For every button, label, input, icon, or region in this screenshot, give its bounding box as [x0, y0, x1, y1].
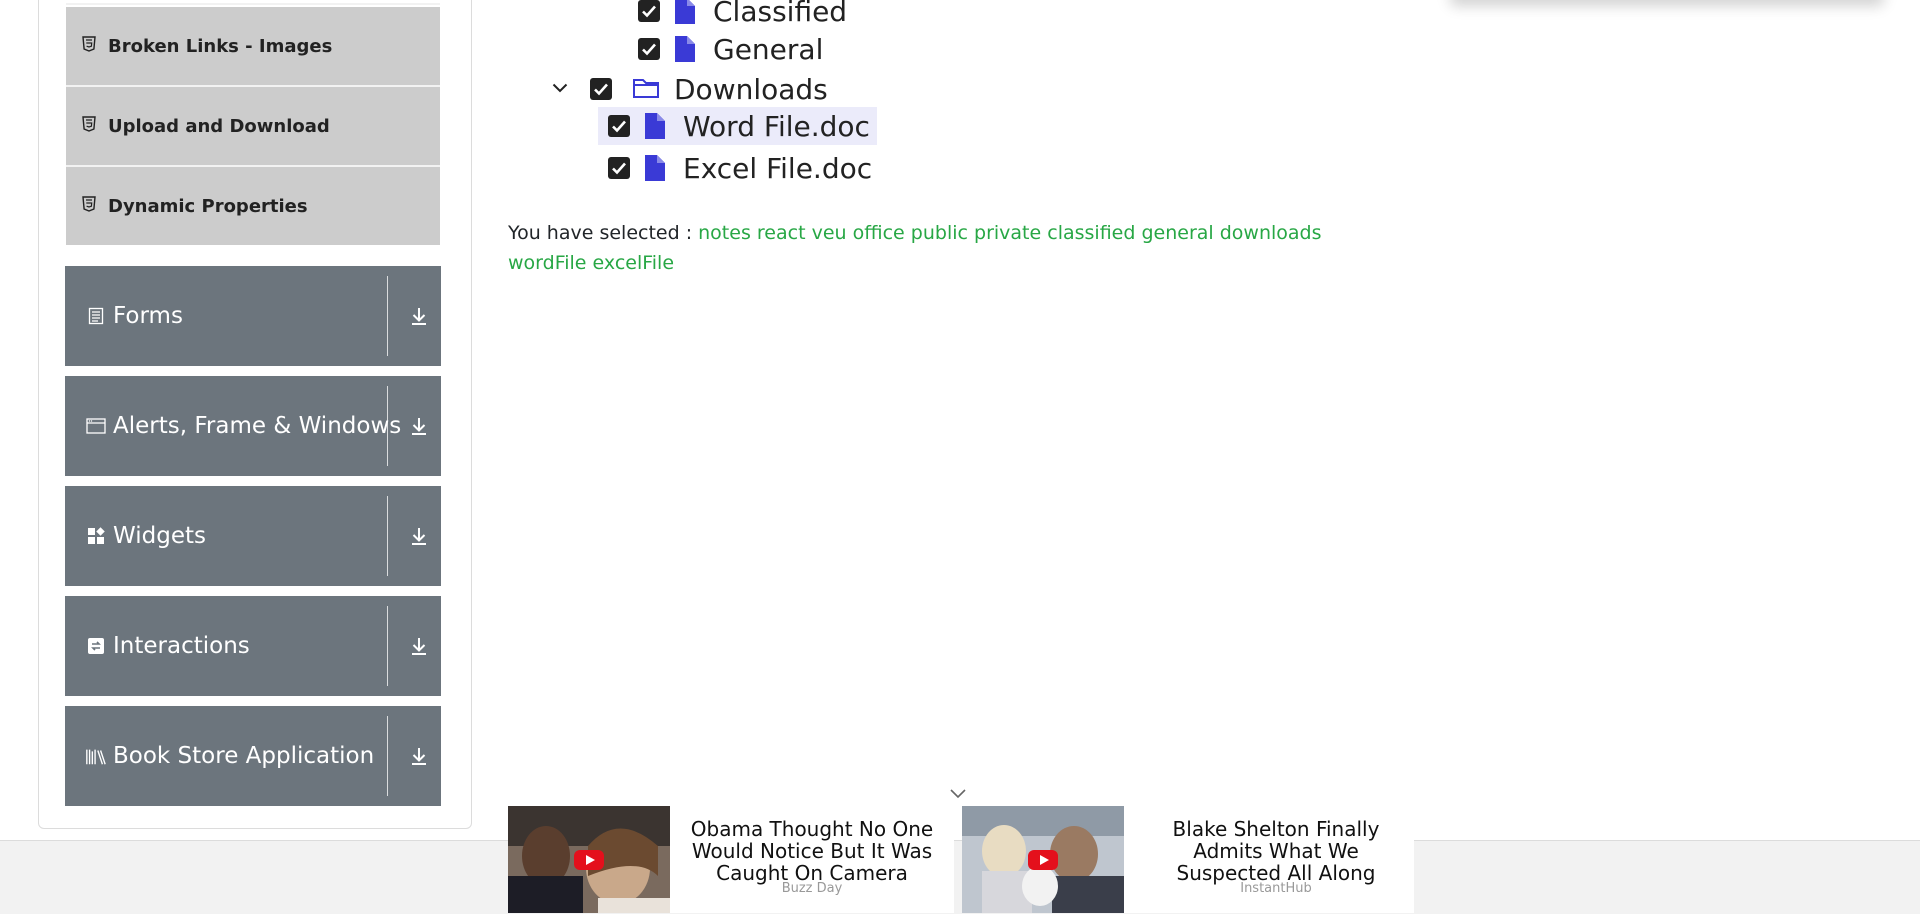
selected-item: private	[974, 222, 1042, 244]
ad-collapse-chevron-icon[interactable]	[948, 784, 968, 802]
selected-item: react	[756, 222, 806, 244]
group-separator	[387, 606, 388, 686]
checkbox-checked-icon[interactable]	[608, 115, 630, 137]
group-separator	[387, 276, 388, 356]
form-icon	[85, 305, 107, 327]
selected-item: veu	[811, 222, 847, 244]
ad-source: InstantHub	[1240, 881, 1312, 896]
file-icon	[673, 0, 697, 24]
selection-prefix: You have selected :	[508, 222, 693, 244]
chevron-down-icon[interactable]	[547, 75, 573, 101]
group-label: Interactions	[113, 633, 250, 659]
group-book-store-application[interactable]: Book Store Application	[65, 706, 441, 806]
sidebar-item-dynamic-properties[interactable]: Dynamic Properties	[66, 167, 440, 245]
selected-item: public	[910, 222, 968, 244]
interactions-icon	[85, 635, 107, 657]
selection-result: You have selected : notes react veu offi…	[508, 218, 1368, 278]
play-video-icon	[574, 850, 604, 870]
tree-node-excel-file[interactable]: Excel File.doc	[608, 149, 872, 187]
sidebar-item-broken-links-images[interactable]: Broken Links - Images	[66, 7, 440, 85]
group-separator	[387, 496, 388, 576]
ad-thumbnail[interactable]	[508, 806, 670, 913]
tree-node-word-file[interactable]: Word File.doc	[598, 107, 877, 145]
html5-icon	[82, 196, 102, 216]
group-widgets[interactable]: Widgets	[65, 486, 441, 586]
group-separator	[387, 386, 388, 466]
tree-node-classified[interactable]: Classified	[638, 0, 847, 30]
tree-node-label[interactable]: Downloads	[674, 73, 828, 106]
widgets-icon	[85, 525, 107, 547]
checkbox-checked-icon[interactable]	[590, 78, 612, 100]
window-icon	[85, 415, 107, 437]
selected-item: notes	[698, 222, 751, 244]
group-alerts-frame-windows[interactable]: Alerts, Frame & Windows	[65, 376, 441, 476]
selected-item: office	[852, 222, 905, 244]
ad-card[interactable]: Obama Thought No One Would Notice But It…	[508, 806, 954, 913]
tree-node-label[interactable]: Word File.doc	[683, 110, 870, 143]
ad-thumbnail[interactable]	[962, 806, 1124, 913]
checkbox-checked-icon[interactable]	[638, 0, 660, 22]
file-icon	[643, 113, 667, 139]
selected-item: wordFile	[508, 252, 587, 274]
sidebar-divider	[66, 3, 440, 5]
books-icon	[85, 745, 107, 767]
file-icon	[643, 155, 667, 181]
ad-source: Buzz Day	[781, 881, 843, 896]
download-arrow-icon[interactable]	[399, 296, 439, 336]
tree-node-general[interactable]: General	[638, 30, 823, 68]
tree-node-downloads[interactable]: Downloads	[590, 70, 828, 108]
group-forms[interactable]: Forms	[65, 266, 441, 366]
html5-icon	[82, 116, 102, 136]
group-label: Alerts, Frame & Windows	[113, 413, 402, 439]
selected-item: classified	[1047, 222, 1136, 244]
ad-headline[interactable]: Obama Thought No One Would Notice But It…	[670, 818, 954, 884]
group-label: Widgets	[113, 523, 206, 549]
group-label: Book Store Application	[113, 743, 375, 769]
checkbox-checked-icon[interactable]	[638, 38, 660, 60]
html5-icon	[82, 36, 102, 56]
ad-headline[interactable]: Blake Shelton Finally Admits What We Sus…	[1138, 818, 1414, 884]
download-arrow-icon[interactable]	[399, 516, 439, 556]
file-icon	[673, 36, 697, 62]
download-arrow-icon[interactable]	[399, 736, 439, 776]
tree-node-label[interactable]: Excel File.doc	[683, 152, 872, 185]
group-separator	[387, 716, 388, 796]
selected-item: general	[1141, 222, 1214, 244]
download-arrow-icon[interactable]	[399, 626, 439, 666]
group-label: Forms	[113, 303, 183, 329]
sidebar-item-label: Upload and Download	[108, 115, 330, 137]
group-interactions[interactable]: Interactions	[65, 596, 441, 696]
page-footer	[0, 840, 1920, 914]
tree-node-label[interactable]: Classified	[713, 0, 847, 28]
selected-item: downloads	[1219, 222, 1322, 244]
selected-item: excelFile	[592, 252, 675, 274]
ad-card[interactable]: Blake Shelton Finally Admits What We Sus…	[962, 806, 1414, 913]
download-arrow-icon[interactable]	[399, 406, 439, 446]
folder-icon	[632, 76, 660, 102]
checkbox-checked-icon[interactable]	[608, 157, 630, 179]
sidebar-item-label: Dynamic Properties	[108, 195, 308, 217]
tree-node-label[interactable]: General	[713, 33, 823, 66]
sidebar-item-label: Broken Links - Images	[108, 35, 333, 57]
play-video-icon	[1028, 850, 1058, 870]
sidebar-item-upload-and-download[interactable]: Upload and Download	[66, 87, 440, 165]
